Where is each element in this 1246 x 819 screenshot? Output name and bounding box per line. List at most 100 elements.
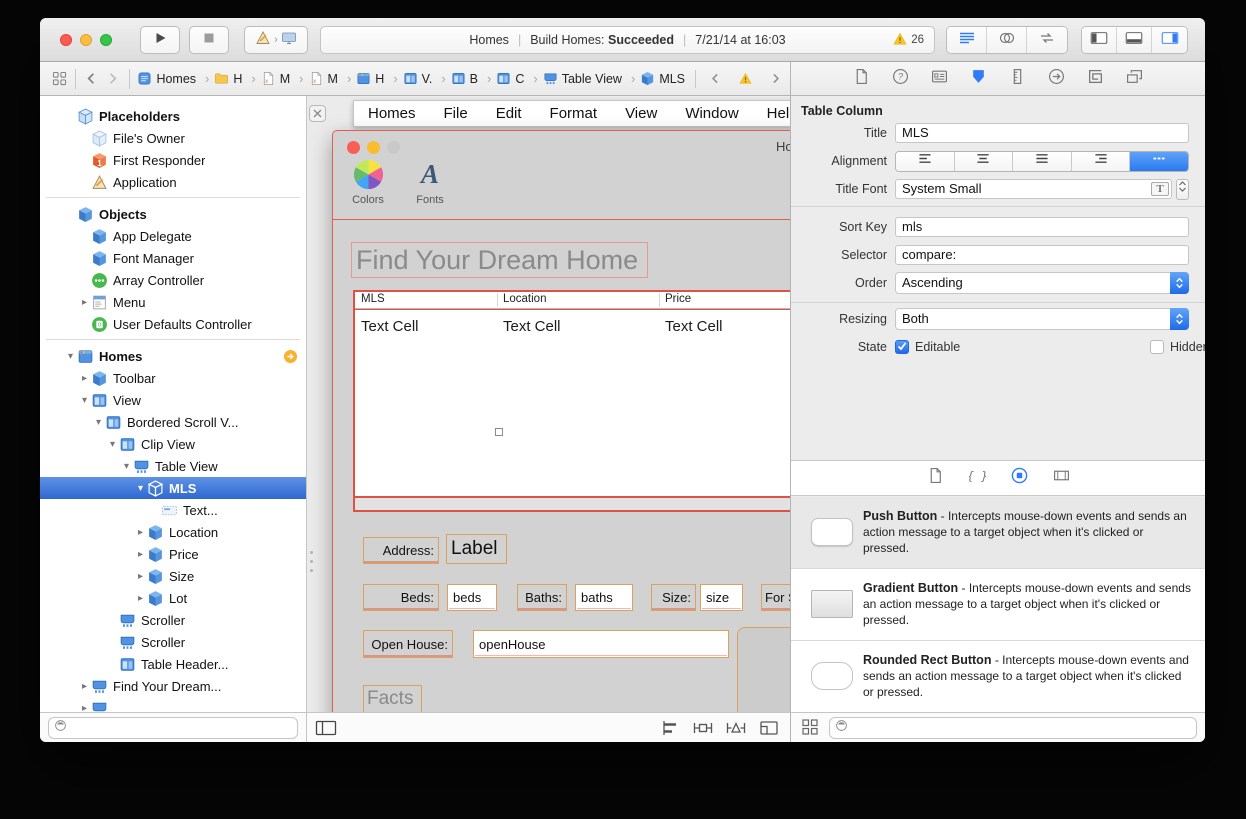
resizing-popup[interactable]: Both xyxy=(895,308,1189,330)
goto-arrow-icon[interactable] xyxy=(283,415,298,430)
outline-row[interactable]: ▸ Price xyxy=(40,543,306,565)
auto-layout-button[interactable] xyxy=(692,719,714,737)
goto-arrow-icon[interactable] xyxy=(283,371,298,386)
table-header-row[interactable]: MLS Location Price xyxy=(355,292,790,309)
selector-field[interactable]: compare: xyxy=(895,245,1189,265)
outline-row[interactable]: Application xyxy=(40,171,306,193)
forward-button[interactable] xyxy=(105,70,120,88)
disclosure-triangle[interactable]: ▸ xyxy=(78,703,91,713)
designed-table-view[interactable]: MLS Location Price Text Cell Text Cell T… xyxy=(353,290,790,512)
design-toolbar-item[interactable]: A Fonts xyxy=(408,159,452,206)
breadcrumb-item[interactable]: Table View xyxy=(543,71,641,86)
auto-layout-button[interactable] xyxy=(725,719,747,737)
outline-row[interactable]: Scroller xyxy=(40,609,306,631)
outline-row[interactable]: ▸ Lot xyxy=(40,587,306,609)
inspector-tab[interactable] xyxy=(929,68,951,90)
heading-label[interactable]: Find Your Dream Home xyxy=(351,242,648,278)
breadcrumb-item[interactable]: H xyxy=(356,71,402,86)
warning-badge[interactable]: 26 xyxy=(893,32,924,49)
designed-box[interactable] xyxy=(737,627,790,712)
goto-arrow-icon[interactable] xyxy=(283,481,298,496)
back-button[interactable] xyxy=(84,70,99,88)
open-house-label[interactable]: Open House: xyxy=(363,630,453,658)
inspector-tab[interactable] xyxy=(1124,68,1146,90)
zoom-window-button[interactable] xyxy=(100,34,112,46)
goto-arrow-icon[interactable] xyxy=(283,679,298,694)
goto-arrow-icon[interactable] xyxy=(283,109,298,124)
breadcrumb-item[interactable]: V. xyxy=(403,71,451,86)
outline-row[interactable]: ▾ Clip View xyxy=(40,433,306,455)
disclosure-triangle[interactable]: ▾ xyxy=(92,417,105,428)
outline-row[interactable]: ▸ Size xyxy=(40,565,306,587)
font-panel-icon[interactable]: T xyxy=(1151,182,1169,196)
hidden-checkbox[interactable] xyxy=(1150,340,1164,354)
goto-arrow-icon[interactable] xyxy=(283,701,298,713)
library-tab[interactable] xyxy=(1009,468,1029,488)
menu-item[interactable]: Help xyxy=(767,105,790,122)
menu-item[interactable]: Format xyxy=(550,105,598,122)
inspector-tab[interactable] xyxy=(1085,68,1107,90)
panel-toggle-button[interactable] xyxy=(1082,27,1117,53)
column-header[interactable]: Location xyxy=(503,293,546,305)
size-field[interactable]: size xyxy=(700,584,743,611)
goto-arrow-icon[interactable] xyxy=(283,317,298,332)
goto-arrow-icon[interactable] xyxy=(283,229,298,244)
goto-arrow-icon[interactable] xyxy=(283,569,298,584)
outline-row[interactable]: ▾ Bordered Scroll V... xyxy=(40,411,306,433)
for-sale-label[interactable]: For S xyxy=(761,584,790,611)
disclosure-triangle[interactable]: ▸ xyxy=(134,571,147,582)
designed-menu-bar[interactable]: HomesFileEditFormatViewWindowHelp xyxy=(353,100,790,127)
outline-row[interactable]: Font Manager xyxy=(40,247,306,269)
disclosure-triangle[interactable]: ▾ xyxy=(120,461,133,472)
outline-row[interactable]: ▾ Table View xyxy=(40,455,306,477)
order-popup[interactable]: Ascending xyxy=(895,272,1189,294)
outline-row[interactable]: 1 First Responder xyxy=(40,149,306,171)
table-cell[interactable]: Text Cell xyxy=(361,318,419,335)
goto-arrow-icon[interactable] xyxy=(283,131,298,146)
inspector-tab[interactable] xyxy=(851,68,873,90)
goto-arrow-icon[interactable] xyxy=(283,657,298,672)
address-label[interactable]: Address: xyxy=(363,537,439,564)
inspector-tab[interactable] xyxy=(1007,68,1029,90)
outline-row[interactable]: ▸ xyxy=(40,697,306,712)
menu-item[interactable]: View xyxy=(625,105,657,122)
outline-row[interactable]: Table Header... xyxy=(40,653,306,675)
breadcrumb-item[interactable]: MLS xyxy=(640,71,685,86)
design-toolbar-item[interactable]: Colors xyxy=(346,159,390,206)
outline-row[interactable]: 0 User Defaults Controller xyxy=(40,313,306,335)
outline-row[interactable]: Array Controller xyxy=(40,269,306,291)
goto-arrow-icon[interactable] xyxy=(283,273,298,288)
beds-field[interactable]: beds xyxy=(447,584,497,611)
goto-arrow-icon[interactable] xyxy=(283,349,298,364)
panel-toggle-button[interactable] xyxy=(1152,27,1187,53)
disclosure-triangle[interactable]: ▸ xyxy=(134,593,147,604)
panel-toggle-button[interactable] xyxy=(1117,27,1152,53)
goto-arrow-icon[interactable] xyxy=(283,175,298,190)
disclosure-triangle[interactable]: ▾ xyxy=(78,395,91,406)
library-filter-field[interactable] xyxy=(829,717,1197,739)
font-stepper[interactable] xyxy=(1176,179,1189,200)
goto-arrow-icon[interactable] xyxy=(283,503,298,518)
title-font-field[interactable]: System SmallT xyxy=(895,179,1172,199)
goto-arrow-icon[interactable] xyxy=(283,547,298,562)
outline-row[interactable]: ▾ Homes xyxy=(40,345,306,367)
outline-row[interactable]: Objects xyxy=(40,203,306,225)
outline-row[interactable]: File's Owner xyxy=(40,127,306,149)
stop-button[interactable] xyxy=(189,26,229,54)
beds-label[interactable]: Beds: xyxy=(363,584,439,611)
run-button[interactable] xyxy=(140,26,180,54)
sort-key-field[interactable]: mls xyxy=(895,217,1189,237)
library-item[interactable]: Push Button - Intercepts mouse-down even… xyxy=(791,497,1205,569)
breadcrumb-item[interactable]: B xyxy=(451,71,497,86)
goto-arrow-icon[interactable] xyxy=(283,459,298,474)
inspector-tab[interactable]: ? xyxy=(890,68,912,90)
breadcrumb-item[interactable]: Homes xyxy=(137,71,214,86)
table-cell[interactable]: Text Cell xyxy=(503,318,561,335)
library-grid-view-icon[interactable] xyxy=(801,718,821,738)
column-header[interactable]: MLS xyxy=(361,293,385,305)
menu-item[interactable]: Edit xyxy=(496,105,522,122)
alignment-segment[interactable] xyxy=(1130,152,1188,171)
breadcrumb-item[interactable]: x M xyxy=(309,71,357,86)
goto-arrow-icon[interactable] xyxy=(283,591,298,606)
disclosure-triangle[interactable]: ▾ xyxy=(64,351,77,362)
